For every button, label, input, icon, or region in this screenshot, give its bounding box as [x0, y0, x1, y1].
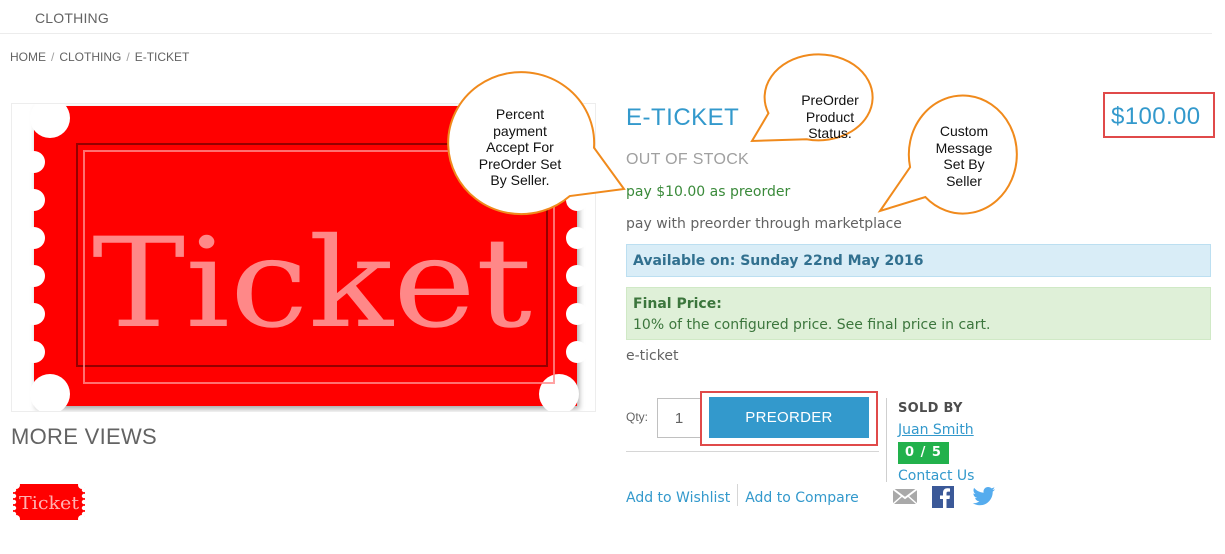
callout-status-bubble — [750, 53, 874, 143]
breadcrumb: HOME / CLOTHING / E-TICKET — [10, 50, 189, 64]
thumbnail-text: Ticket — [19, 493, 80, 514]
qty-label: Qty: — [626, 410, 649, 424]
final-price-title: Final Price: — [633, 296, 722, 312]
callout-custom-bubble — [877, 94, 1018, 215]
breadcrumb-current: E-TICKET — [134, 50, 190, 64]
thumbnail-ticket[interactable]: Ticket — [12, 483, 86, 521]
breadcrumb-category[interactable]: CLOTHING — [59, 50, 121, 64]
custom-message: pay with preorder through marketplace — [626, 216, 902, 232]
sold-by-heading: SOLD BY — [898, 401, 963, 416]
short-description: e-ticket — [626, 348, 679, 364]
stock-status: OUT OF STOCK — [626, 151, 750, 168]
contact-us-link[interactable]: Contact Us — [898, 468, 974, 484]
thumbnail-image: Ticket — [13, 484, 85, 520]
qty-input[interactable] — [657, 398, 701, 438]
more-views-heading: MORE VIEWS — [11, 424, 158, 449]
breadcrumb-home[interactable]: HOME — [10, 50, 46, 64]
availability-box: Available on: Sunday 22nd May 2016 — [626, 244, 1211, 277]
ticket-text: Ticket — [92, 212, 532, 356]
twitter-icon[interactable] — [972, 486, 996, 506]
product-price: $100.00 — [1111, 103, 1201, 130]
final-price-text: 10% of the configured price. See final p… — [633, 317, 991, 333]
facebook-icon[interactable] — [931, 486, 955, 508]
seller-rating-badge: 0 / 5 — [898, 442, 949, 464]
add-to-compare-link[interactable]: Add to Compare — [745, 490, 859, 506]
preorder-button[interactable]: PREORDER — [709, 397, 869, 438]
callout-custom-text: Custom Message Set By Seller — [935, 123, 993, 189]
seller-name-link[interactable]: Juan Smith — [898, 422, 974, 438]
breadcrumb-separator: / — [51, 50, 55, 64]
add-to-wishlist-link[interactable]: Add to Wishlist — [626, 490, 730, 506]
product-image[interactable]: Ticket — [11, 103, 596, 412]
product-links: Add to Wishlist Add to Compare — [626, 484, 859, 506]
nav-item-clothing[interactable]: CLOTHING — [35, 10, 109, 26]
callout-status-text: PreOrder Product Status. — [801, 92, 859, 141]
preorder-payment-text: pay $10.00 as preorder — [626, 184, 791, 200]
seller-divider — [886, 398, 887, 482]
mail-icon[interactable] — [892, 486, 918, 506]
final-price-box: Final Price: 10% of the configured price… — [626, 287, 1211, 340]
link-divider — [737, 484, 739, 506]
breadcrumb-separator: / — [126, 50, 130, 64]
ticket-image: Ticket — [34, 106, 577, 406]
top-navigation: CLOTHING — [0, 0, 1212, 34]
product-name: E-TICKET — [626, 104, 740, 131]
availability-text: Available on: Sunday 22nd May 2016 — [633, 253, 924, 269]
divider — [626, 451, 879, 452]
